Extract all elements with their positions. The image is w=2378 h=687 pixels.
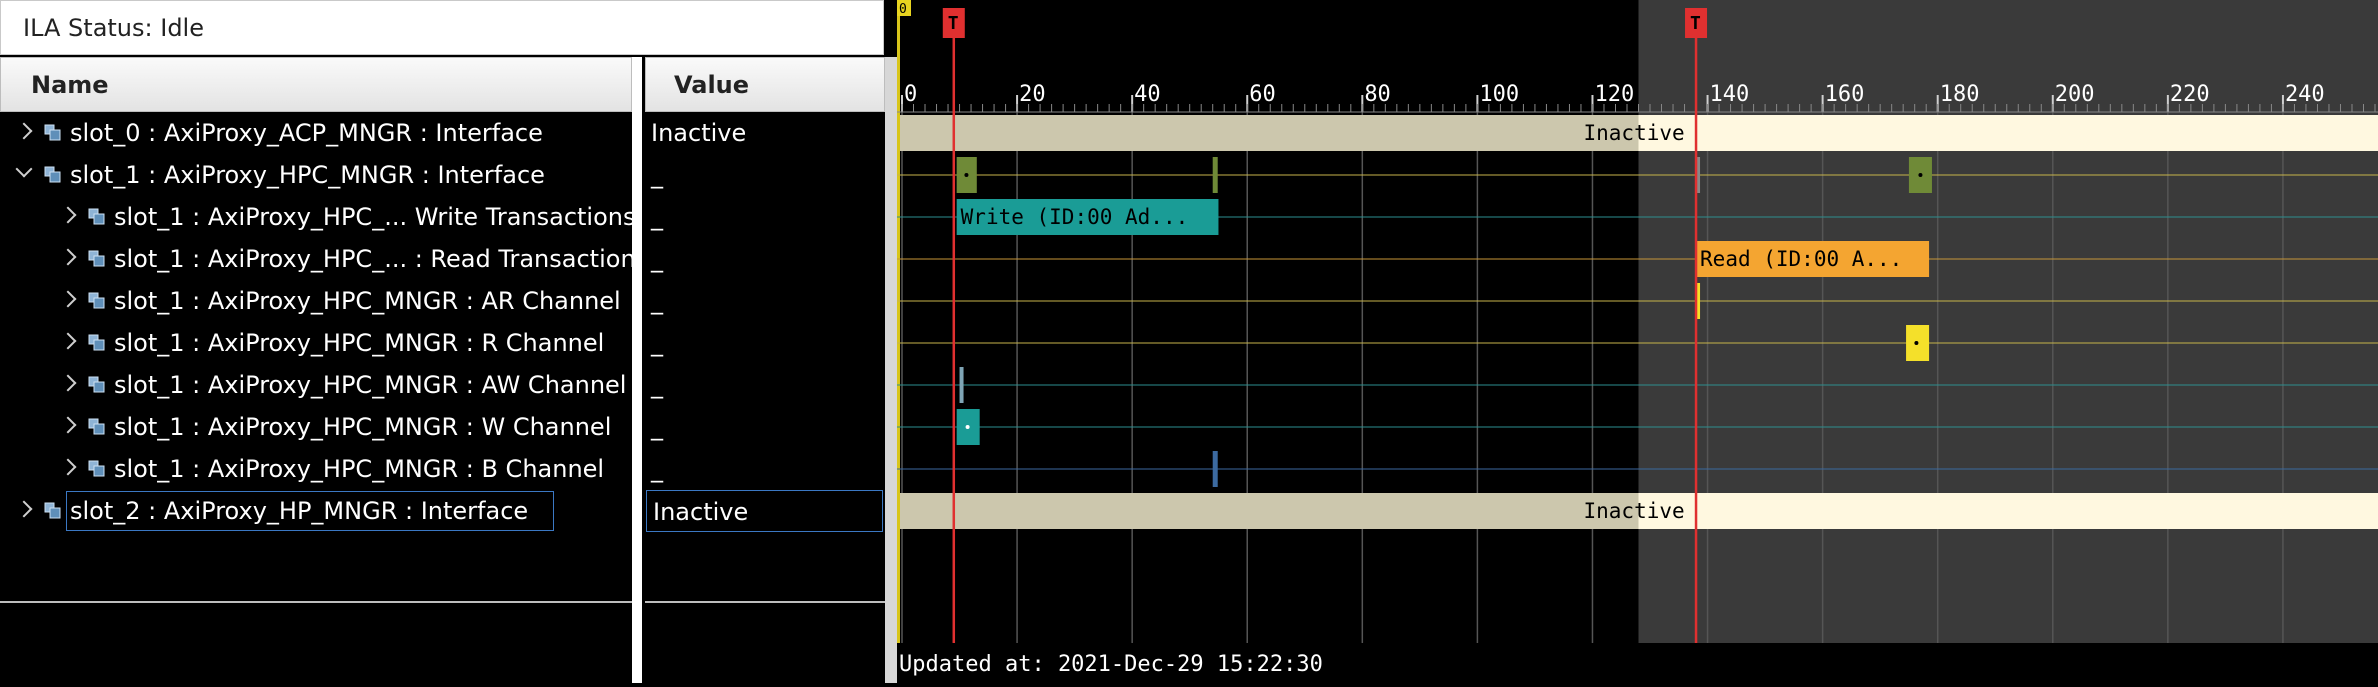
tree-row-label: slot_1 : AxiProxy_HPC_MNGR : B Channel (114, 448, 604, 490)
interface-icon (88, 418, 106, 436)
interface-icon (88, 334, 106, 352)
selection-outline (66, 491, 554, 531)
trigger-marker-label: T (1690, 13, 1701, 34)
interface-icon (88, 460, 106, 478)
value-cell[interactable]: Inactive (645, 112, 885, 154)
ruler-tick-label: 140 (1710, 82, 1750, 107)
tree-row[interactable]: slot_1 : AxiProxy_HPC_MNGR : AR Channel (0, 280, 632, 322)
ruler-tick-label: 240 (2285, 82, 2325, 107)
tree-row[interactable]: slot_1 : AxiProxy_HPC_MNGR : AW Channel (0, 364, 632, 406)
interface-icon (88, 250, 106, 268)
chevron-right-icon[interactable] (60, 459, 77, 476)
chevron-right-icon[interactable] (60, 291, 77, 308)
tree-row-label: slot_1 : AxiProxy_HPC_... Write Transact… (114, 196, 632, 238)
tree-row-label: slot_1 : AxiProxy_HPC_MNGR : AR Channel (114, 280, 621, 322)
ruler-tick-label: 80 (1364, 82, 1391, 107)
tree-row[interactable]: slot_2 : AxiProxy_HP_MNGR : Interface (0, 490, 632, 532)
inactive-bar-post[interactable] (1639, 115, 2378, 151)
panel-divider[interactable] (885, 57, 897, 683)
value-column-header[interactable]: Value (645, 57, 885, 112)
ruler-tick-label: 60 (1249, 82, 1276, 107)
chevron-right-icon[interactable] (60, 249, 77, 266)
tree-bottom-border (0, 601, 632, 603)
chevron-right-icon[interactable] (16, 123, 33, 140)
ruler-tick-label: 200 (2055, 82, 2095, 107)
ruler-tick-label: 20 (1019, 82, 1046, 107)
ruler-tick-label: 40 (1134, 82, 1161, 107)
tree-row-label: slot_1 : AxiProxy_HPC_MNGR : Interface (70, 154, 545, 196)
value-cell[interactable]: _ (645, 238, 885, 280)
tree-row-label: slot_1 : AxiProxy_HPC_MNGR : AW Channel (114, 364, 626, 406)
interface-icon (88, 376, 106, 394)
waveform-panel[interactable]: 0 20 40 60 80 100 120 140 160 180 200 220 240 0 Inacti… (897, 0, 2378, 683)
value-cell[interactable]: Inactive (646, 490, 883, 532)
tree-row[interactable]: slot_1 : AxiProxy_HPC_MNGR : W Channel (0, 406, 632, 448)
tree-row-label: slot_1 : AxiProxy_HPC_... : Read Transac… (114, 238, 632, 280)
ruler-tick-label: 180 (1940, 82, 1980, 107)
tree-row[interactable]: slot_1 : AxiProxy_HPC_... Write Transact… (0, 196, 632, 238)
origin-marker-label: 0 (899, 2, 907, 17)
tree-row-label: slot_1 : AxiProxy_HPC_MNGR : R Channel (114, 322, 604, 364)
value-cell[interactable]: _ (645, 196, 885, 238)
ruler-tick-label: 100 (1479, 82, 1519, 107)
ruler-tick-label: 120 (1594, 82, 1634, 107)
interface-icon (44, 502, 62, 520)
post-trigger-region (1639, 0, 2378, 643)
trigger-marker-label: T (948, 13, 959, 34)
value-cell[interactable]: _ (645, 280, 885, 322)
inactive-bar-label: Inactive (1584, 499, 1685, 523)
value-cell[interactable]: _ (645, 322, 885, 364)
timeline-start-line (897, 0, 900, 643)
inactive-bar[interactable] (900, 493, 1639, 529)
value-bottom-border (645, 601, 885, 603)
activity-dot (966, 425, 970, 429)
chevron-right-icon[interactable] (60, 417, 77, 434)
tree-row[interactable]: slot_1 : AxiProxy_HPC_MNGR : Interface (0, 154, 632, 196)
value-cell[interactable]: _ (645, 364, 885, 406)
chevron-right-icon[interactable] (60, 333, 77, 350)
interface-icon (44, 166, 62, 184)
chevron-right-icon[interactable] (60, 375, 77, 392)
updated-timestamp: Updated at: 2021-Dec-29 15:22:30 (899, 652, 1323, 677)
chevron-down-icon[interactable] (16, 161, 33, 178)
name-column-header[interactable]: Name (0, 57, 632, 112)
ila-status-text: ILA Status: Idle (23, 14, 204, 42)
interface-icon (44, 124, 62, 142)
waveform-canvas[interactable]: 0 20 40 60 80 100 120 140 160 180 200 220 240 0 Inacti… (897, 0, 2378, 683)
ila-status-bar: ILA Status: Idle (0, 0, 884, 55)
ruler-tick-label: 220 (2170, 82, 2210, 107)
inactive-bar-label: Inactive (1584, 121, 1685, 145)
inactive-bar[interactable] (900, 115, 1639, 151)
activity-dot (1918, 173, 1922, 177)
chevron-right-icon[interactable] (16, 501, 33, 518)
tree-row[interactable]: slot_1 : AxiProxy_HPC_... : Read Transac… (0, 238, 632, 280)
value-cell[interactable]: _ (645, 448, 885, 490)
read-transaction-label: Read (ID:00 A... (1700, 247, 1902, 271)
write-transaction-label: Write (ID:00 Ad... (961, 205, 1189, 229)
interface-icon (88, 292, 106, 310)
interface-icon (88, 208, 106, 226)
column-divider[interactable] (632, 57, 642, 683)
activity-dot (1914, 341, 1918, 345)
value-cell[interactable]: _ (645, 154, 885, 196)
tree-row-label: slot_1 : AxiProxy_HPC_MNGR : W Channel (114, 406, 611, 448)
activity-dot (964, 173, 968, 177)
ruler-tick-label: 160 (1825, 82, 1865, 107)
inactive-bar-post[interactable] (1639, 493, 2378, 529)
tree-row[interactable]: slot_1 : AxiProxy_HPC_MNGR : B Channel (0, 448, 632, 490)
tree-row[interactable]: slot_1 : AxiProxy_HPC_MNGR : R Channel (0, 322, 632, 364)
ruler-tick-label: 0 (904, 82, 917, 107)
interface-activity-pulse[interactable] (1213, 157, 1218, 193)
tree-row[interactable]: slot_0 : AxiProxy_ACP_MNGR : Interface (0, 112, 632, 154)
value-cell[interactable]: _ (645, 406, 885, 448)
tree-row-label: slot_0 : AxiProxy_ACP_MNGR : Interface (70, 112, 543, 154)
b-channel-pulse[interactable] (1213, 451, 1218, 487)
chevron-right-icon[interactable] (60, 207, 77, 224)
aw-channel-pulse[interactable] (960, 367, 964, 403)
